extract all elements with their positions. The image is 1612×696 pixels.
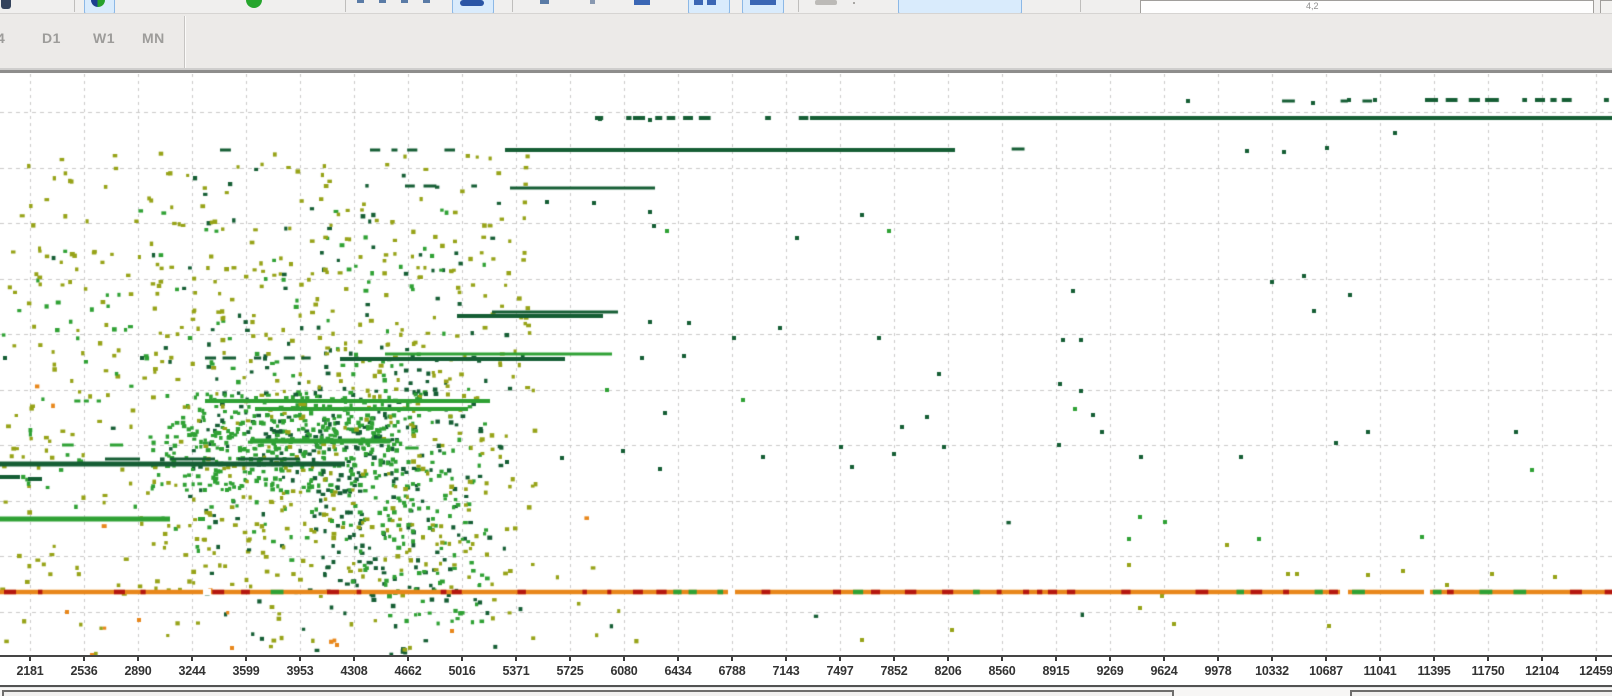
x-axis-label: 3244	[178, 664, 205, 678]
x-axis-tick	[1433, 657, 1435, 661]
hline-tool-icon	[460, 0, 484, 6]
x-axis-label: 8915	[1042, 664, 1069, 678]
x-axis-tick	[1109, 657, 1111, 661]
shapes-tool-icon[interactable]	[634, 0, 650, 5]
x-axis-label: 11750	[1471, 664, 1504, 678]
top-toolbar: 4,2	[0, 0, 1612, 14]
x-axis-tick	[731, 657, 733, 661]
timeframe-mn[interactable]: MN	[142, 30, 165, 46]
journal-panel-top[interactable]	[1350, 690, 1612, 696]
pointer-icon[interactable]	[540, 0, 549, 4]
x-axis-label: 2181	[16, 664, 43, 678]
timeframe-w1[interactable]: W1	[93, 30, 115, 46]
x-axis-tick	[299, 657, 301, 661]
x-axis-label: 3599	[232, 664, 259, 678]
toolbar-overflow-button[interactable]	[1600, 0, 1612, 14]
lower-panel-edge	[0, 688, 1612, 696]
x-axis-tick	[461, 657, 463, 661]
x-axis-tick	[893, 657, 895, 661]
x-axis-tick	[29, 657, 31, 661]
x-axis-label: 8206	[934, 664, 961, 678]
text-tool-icon[interactable]	[590, 0, 595, 4]
x-axis-label: 7143	[772, 664, 799, 678]
toolbar-separator	[1080, 0, 1081, 12]
toolbar-separator	[184, 16, 185, 68]
zoom-in-icon2	[707, 0, 716, 5]
x-axis-tick	[1379, 657, 1381, 661]
x-axis-tick	[1163, 657, 1165, 661]
x-axis-label: 6434	[664, 664, 691, 678]
x-axis-tick	[1487, 657, 1489, 661]
optimization-graph-pane: 2181 2536 2890 3244 3599 3953 4308 4662 5016 5371…	[0, 68, 1612, 696]
x-axis-label: 2890	[124, 664, 151, 678]
x-axis-label: 6788	[718, 664, 745, 678]
x-axis-tick	[839, 657, 841, 661]
chart-icon[interactable]	[1, 0, 11, 9]
results-panel-top[interactable]	[2, 690, 1174, 696]
x-axis-label: 6080	[610, 664, 637, 678]
line-tool-icon[interactable]	[401, 0, 408, 3]
x-axis-label: 4308	[340, 664, 367, 678]
symbol-combobox[interactable]: 4,2	[1140, 0, 1594, 14]
symbol-combobox-text: 4,2	[1306, 1, 1319, 12]
x-axis-tick	[83, 657, 85, 661]
x-axis-label: 4662	[394, 664, 421, 678]
x-axis-label: 10332	[1255, 664, 1289, 678]
x-axis-tick	[515, 657, 517, 661]
crosshair-tool-icon[interactable]	[379, 0, 386, 3]
x-axis-tick	[1217, 657, 1219, 661]
timeframes-button[interactable]	[898, 0, 1022, 14]
grip-dots	[853, 2, 855, 4]
x-axis-label: 11395	[1417, 664, 1450, 678]
timeframe-toolbar: 4 D1 W1 MN	[0, 14, 1612, 68]
x-axis-label: 10687	[1309, 664, 1343, 678]
toolbar-separator	[74, 0, 75, 12]
trading-terminal-window: 4,2 4 D1 W1 MN 2181 2536 2890 3244 3599 3953 4…	[0, 0, 1612, 696]
timeframe-h4[interactable]: 4	[0, 30, 5, 46]
x-axis-label: 5725	[556, 664, 583, 678]
timeframe-d1[interactable]: D1	[42, 30, 61, 46]
x-axis-label: 2536	[70, 664, 97, 678]
x-axis-tick	[1541, 657, 1543, 661]
x-axis-tick	[623, 657, 625, 661]
cursor-tool-icon[interactable]	[357, 0, 364, 3]
green-status-icon[interactable]	[246, 0, 262, 8]
x-axis-label: 12459	[1579, 664, 1612, 678]
x-axis-label: 5371	[502, 664, 529, 678]
indicator-icon[interactable]	[815, 0, 837, 5]
x-axis-tick	[1271, 657, 1273, 661]
x-axis-label: 9624	[1150, 664, 1177, 678]
toolbar-separator	[345, 0, 346, 12]
x-axis-tick	[947, 657, 949, 661]
x-axis-tick	[407, 657, 409, 661]
zoom-in-icon	[694, 0, 703, 5]
x-axis-tick	[677, 657, 679, 661]
x-axis-label: 7497	[826, 664, 853, 678]
x-axis-label: 12104	[1525, 664, 1559, 678]
toolbar-separator	[798, 0, 799, 12]
x-axis-tick	[353, 657, 355, 661]
x-axis-label: 7852	[880, 664, 907, 678]
x-axis-tick	[137, 657, 139, 661]
x-axis-label: 11041	[1363, 664, 1396, 678]
x-axis-tick	[785, 657, 787, 661]
x-axis: 2181 2536 2890 3244 3599 3953 4308 4662 5016 5371…	[0, 657, 1612, 685]
x-axis-tick	[1325, 657, 1327, 661]
optimization-scatter-canvas[interactable]	[0, 74, 1612, 655]
x-axis-tick	[245, 657, 247, 661]
zoom-out-icon	[750, 0, 776, 5]
x-axis-label: 9269	[1096, 664, 1123, 678]
channel-tool-icon[interactable]	[423, 0, 430, 3]
x-axis-tick	[1055, 657, 1057, 661]
x-axis-label: 5016	[448, 664, 475, 678]
x-axis-label: 8560	[988, 664, 1015, 678]
x-axis-tick	[191, 657, 193, 661]
x-axis-tick	[1595, 657, 1597, 661]
x-axis-tick	[1001, 657, 1003, 661]
x-axis-label: 9978	[1204, 664, 1231, 678]
x-axis-tick	[569, 657, 571, 661]
toolbar-separator	[512, 0, 513, 12]
x-axis-label: 3953	[286, 664, 313, 678]
